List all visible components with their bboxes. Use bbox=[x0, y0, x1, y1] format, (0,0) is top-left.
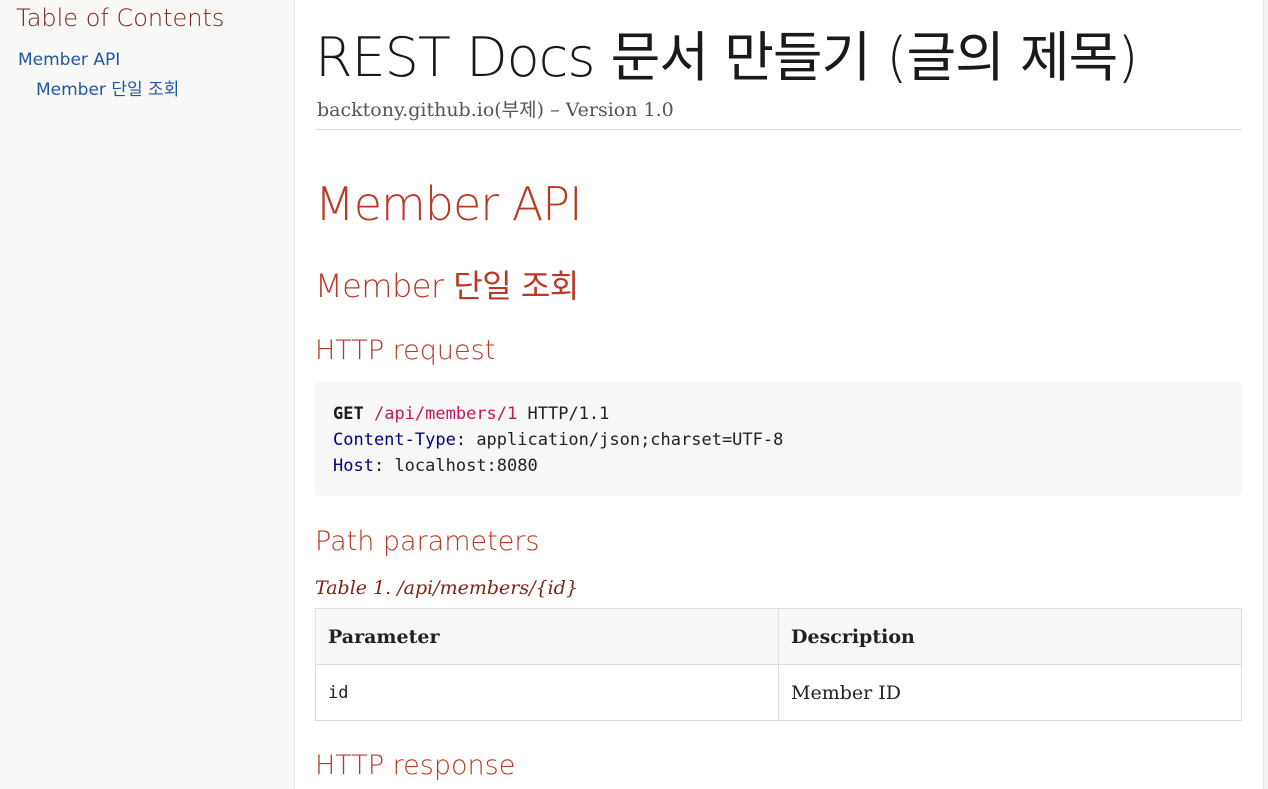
toc-link-member-get[interactable]: Member 단일 조회 bbox=[36, 78, 179, 102]
toc-link-member-api[interactable]: Member API bbox=[18, 48, 120, 72]
header-divider bbox=[315, 129, 1242, 130]
request-header-line: Host: localhost:8080 bbox=[333, 453, 1224, 479]
table-of-contents: Table of Contents Member API Member 단일 조… bbox=[0, 0, 295, 789]
toc-title: Table of Contents bbox=[16, 4, 225, 32]
section-member-api: Member API bbox=[315, 177, 583, 231]
http-request-code-block: GET /api/members/1 HTTP/1.1 Content-Type… bbox=[315, 382, 1242, 496]
section-path-parameters: Path parameters bbox=[315, 526, 540, 557]
scrollbar[interactable] bbox=[1263, 0, 1268, 789]
document-page: Table of Contents Member API Member 단일 조… bbox=[0, 0, 1268, 789]
parameter-description-cell: Member ID bbox=[778, 664, 1242, 721]
parameter-name-cell: id bbox=[315, 664, 779, 721]
header-name: Content-Type bbox=[333, 430, 456, 450]
section-http-response: HTTP response bbox=[315, 750, 516, 781]
header-value: application/json;charset=UTF-8 bbox=[476, 430, 784, 450]
table-header-row: Parameter Description bbox=[315, 608, 1242, 665]
request-protocol: HTTP/1.1 bbox=[527, 404, 610, 424]
table-row: id Member ID bbox=[315, 664, 1242, 721]
table-caption: Table 1. /api/members/{id} bbox=[315, 577, 578, 599]
section-member-get: Member 단일 조회 bbox=[315, 267, 579, 305]
column-header-parameter: Parameter bbox=[315, 608, 779, 665]
request-path: /api/members/1 bbox=[373, 404, 518, 424]
header-name: Host bbox=[333, 456, 374, 476]
page-subtitle: backtony.github.io(부제) – Version 1.0 bbox=[317, 99, 674, 121]
header-separator: : bbox=[373, 456, 395, 476]
request-method: GET bbox=[333, 404, 364, 424]
header-value: localhost:8080 bbox=[394, 456, 538, 476]
request-header-line: Content-Type: application/json;charset=U… bbox=[333, 427, 1224, 453]
request-line: GET /api/members/1 HTTP/1.1 bbox=[333, 401, 1224, 427]
page-title: REST Docs 문서 만들기 (글의 제목) bbox=[315, 26, 1138, 89]
path-parameters-table: Parameter Description id Member ID bbox=[315, 608, 1242, 721]
header-separator: : bbox=[455, 430, 477, 450]
column-header-description: Description bbox=[778, 608, 1242, 665]
section-http-request: HTTP request bbox=[315, 335, 496, 366]
